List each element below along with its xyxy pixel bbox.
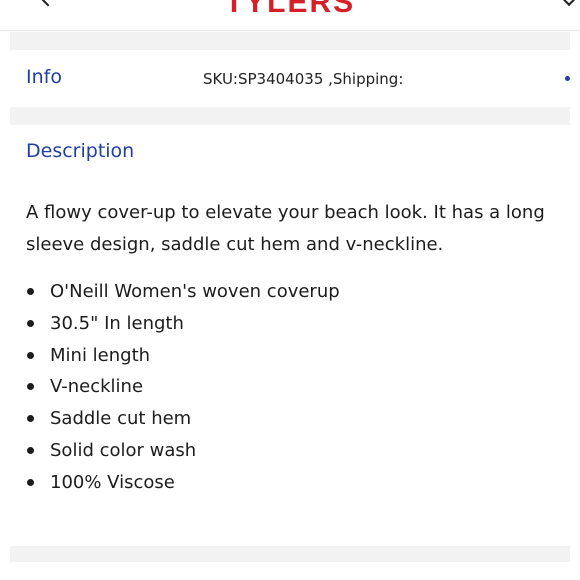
feature-item: 30.5" In length: [26, 308, 340, 340]
top-bar: TYLERS: [0, 0, 580, 31]
feature-list: O'Neill Women's woven coverup 30.5" In l…: [26, 276, 340, 499]
section-divider: [10, 107, 570, 125]
feature-item: V-neckline: [26, 371, 340, 403]
description-text: A flowy cover-up to elevate your beach l…: [26, 202, 545, 255]
feature-item: Mini length: [26, 340, 340, 372]
section-divider: [10, 32, 570, 50]
description-heading: Description: [26, 140, 135, 162]
sku-shipping-text: SKU:SP3404035 ,Shipping:: [203, 70, 404, 88]
feature-item: O'Neill Women's woven coverup: [26, 276, 340, 308]
section-divider: [10, 546, 570, 562]
store-logo[interactable]: TYLERS: [0, 0, 580, 20]
feature-item: Saddle cut hem: [26, 403, 340, 435]
more-dot-icon[interactable]: [565, 76, 570, 81]
info-tab-label[interactable]: Info: [26, 66, 62, 88]
feature-item: Solid color wash: [26, 435, 340, 467]
info-row[interactable]: Info SKU:SP3404035 ,Shipping:: [0, 52, 580, 106]
feature-item: 100% Viscose: [26, 467, 340, 499]
